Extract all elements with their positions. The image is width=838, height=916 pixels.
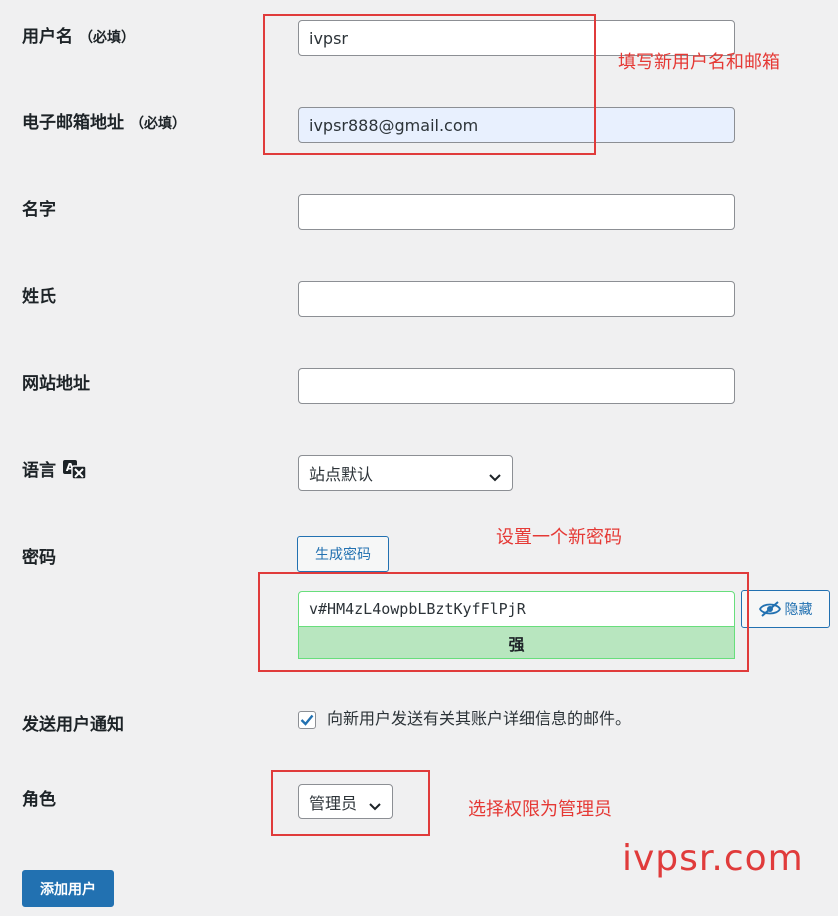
password-annotation: 设置一个新密码 (496, 527, 622, 548)
username-label-text: 用户名 (22, 27, 73, 47)
eye-slash-icon (758, 600, 781, 618)
notification-label: 发送用户通知 (22, 715, 124, 735)
required-marker: （必填） (79, 30, 135, 46)
notification-checkbox[interactable] (298, 711, 316, 729)
password-label: 密码 (22, 548, 56, 568)
role-highlight (271, 770, 430, 836)
username-label: 用户名 （必填） (22, 22, 135, 47)
checkmark-icon (300, 714, 314, 726)
required-marker: （必填） (130, 116, 186, 132)
username-email-highlight (263, 14, 596, 155)
watermark: ivpsr.com (622, 838, 804, 879)
last-name-input[interactable] (298, 281, 735, 317)
language-label-text: 语言 (22, 461, 56, 481)
add-user-button[interactable]: 添加用户 (22, 870, 114, 907)
email-label: 电子邮箱地址 （必填） (22, 108, 186, 133)
translation-icon: A (62, 458, 88, 480)
last-name-label: 姓氏 (22, 287, 56, 307)
language-select[interactable]: 站点默认 (298, 455, 513, 491)
chevron-down-icon (488, 468, 502, 487)
language-label: 语言 A (22, 456, 88, 481)
user-email-annotation: 填写新用户名和邮箱 (618, 52, 780, 73)
first-name-label: 名字 (22, 200, 56, 220)
email-label-text: 电子邮箱地址 (22, 113, 124, 133)
role-annotation: 选择权限为管理员 (468, 799, 612, 820)
role-label: 角色 (22, 790, 56, 810)
hide-password-button[interactable]: 隐藏 (741, 590, 830, 628)
website-label: 网站地址 (22, 374, 90, 394)
generate-password-button[interactable]: 生成密码 (297, 536, 389, 572)
language-selected-value: 站点默认 (309, 465, 374, 484)
hide-password-label: 隐藏 (784, 602, 813, 618)
website-input[interactable] (298, 368, 735, 404)
first-name-input[interactable] (298, 194, 735, 230)
notification-checkbox-text[interactable]: 向新用户发送有关其账户详细信息的邮件。 (327, 705, 631, 729)
password-highlight (258, 572, 749, 672)
